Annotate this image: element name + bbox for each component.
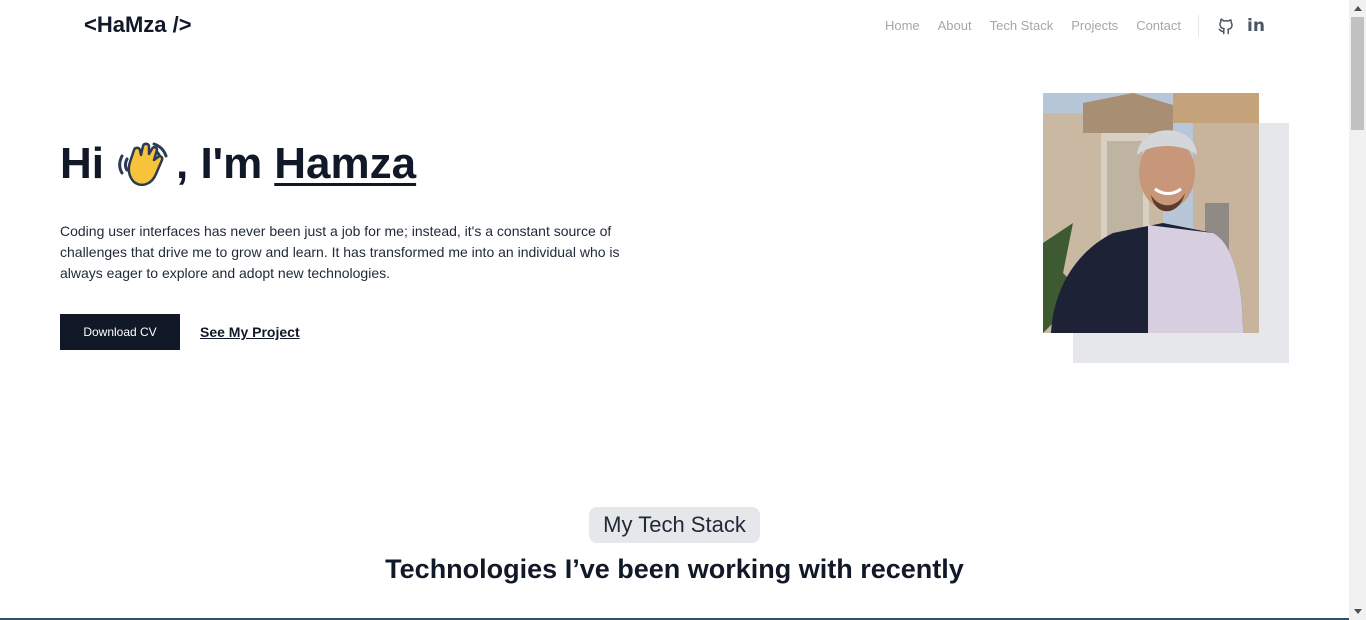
waving-hand-icon xyxy=(116,138,172,190)
tech-stack-badge: My Tech Stack xyxy=(589,507,760,543)
download-cv-button[interactable]: Download CV xyxy=(60,314,180,350)
nav-projects[interactable]: Projects xyxy=(1071,18,1118,33)
hero-name: Hamza xyxy=(274,139,417,188)
greeting-prefix: Hi xyxy=(60,139,104,188)
nav-divider xyxy=(1198,15,1199,37)
github-icon[interactable] xyxy=(1216,16,1236,36)
nav-home[interactable]: Home xyxy=(885,18,920,33)
vertical-scrollbar[interactable] xyxy=(1349,0,1366,620)
nav-tech-stack[interactable]: Tech Stack xyxy=(990,18,1054,33)
tech-section-heading: Technologies I’ve been working with rece… xyxy=(385,554,964,584)
site-header: <HaMza /> Home About Tech Stack Projects… xyxy=(0,0,1349,52)
see-project-link[interactable]: See My Project xyxy=(200,324,300,340)
portfolio-page: <HaMza /> Home About Tech Stack Projects… xyxy=(0,0,1349,620)
nav-about[interactable]: About xyxy=(938,18,972,33)
scroll-up-arrow-icon[interactable] xyxy=(1349,0,1366,17)
main-nav: Home About Tech Stack Projects Contact xyxy=(885,18,1181,33)
profile-photo xyxy=(1043,93,1259,333)
scroll-down-arrow-icon[interactable] xyxy=(1349,603,1366,620)
nav-contact[interactable]: Contact xyxy=(1136,18,1181,33)
scrollbar-thumb[interactable] xyxy=(1351,17,1364,130)
hero-title: Hi , I'm Hamza xyxy=(60,138,416,190)
linkedin-icon[interactable]: in xyxy=(1246,16,1266,36)
hero-description: Coding user interfaces has never been ju… xyxy=(60,223,620,281)
site-logo[interactable]: <HaMza /> xyxy=(84,12,192,38)
greeting-mid: , I'm xyxy=(176,139,263,188)
